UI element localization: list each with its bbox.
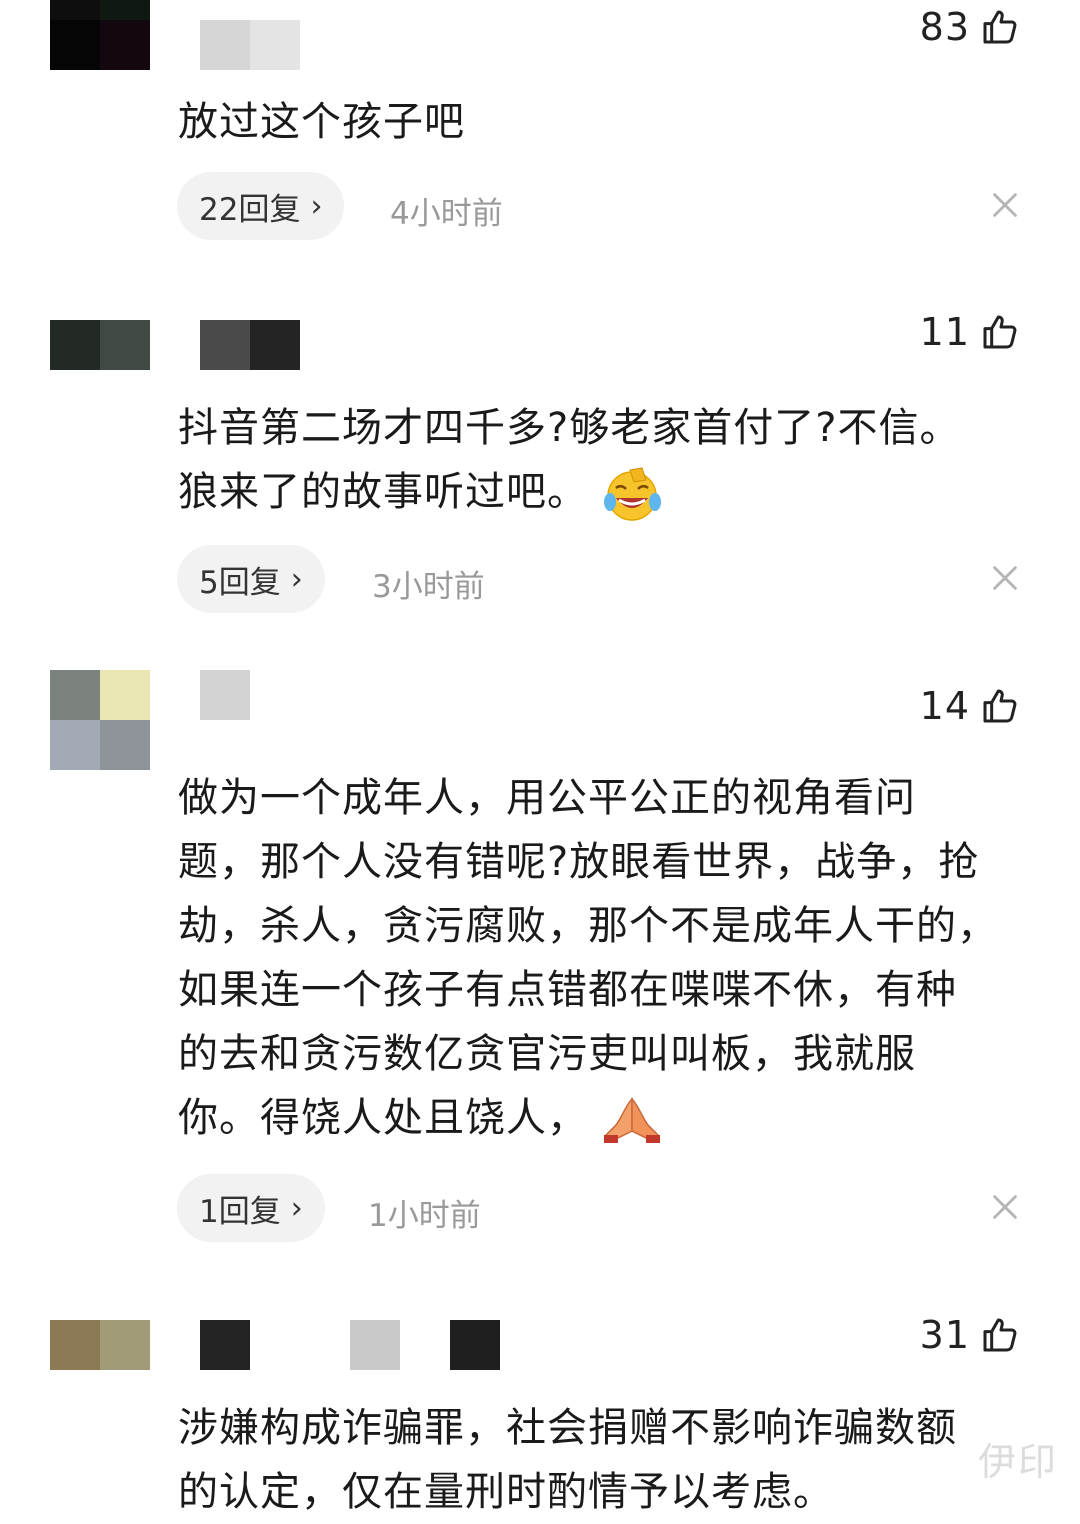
watermark: 伊印 (977, 1440, 1058, 1484)
comment-text: 做为一个成年人，用公平公正的视角看问 题，那个人没有错呢?放眼看世界，战争，抢 … (178, 766, 1028, 1150)
username-mosaic[interactable] (200, 670, 250, 720)
comment-text: 放过这个孩子吧 (178, 99, 465, 145)
comment-text: 涉嫌构成诈骗罪，社会捐赠不影响诈骗数额 的认定，仅在量刑时酌情予以考虑。 (178, 1405, 957, 1515)
like-group[interactable]: 14 (920, 684, 1020, 728)
thumbs-up-icon[interactable] (980, 686, 1020, 726)
avatar[interactable] (50, 670, 150, 770)
chevron-right-icon: › (290, 1190, 303, 1226)
timestamp: 4小时前 (390, 196, 503, 232)
close-icon[interactable] (992, 192, 1018, 218)
reply-count-label: 1回复 (199, 1193, 281, 1230)
like-count: 14 (919, 684, 970, 728)
reply-count-label: 5回复 (199, 564, 281, 601)
like-count: 83 (919, 5, 970, 49)
timestamp: 3小时前 (372, 569, 485, 605)
reply-button[interactable]: 5回复 › (177, 545, 325, 613)
username-mosaic[interactable] (200, 20, 300, 70)
like-count: 11 (919, 310, 970, 354)
timestamp: 1小时前 (368, 1198, 481, 1234)
avatar[interactable] (50, 0, 150, 70)
reply-count-label: 22回复 (199, 191, 301, 228)
chevron-right-icon: › (310, 188, 323, 224)
thumbs-up-icon[interactable] (980, 1315, 1020, 1355)
like-group[interactable]: 31 (920, 1313, 1020, 1357)
reply-button[interactable]: 22回复 › (177, 172, 345, 240)
thumbs-up-icon[interactable] (980, 312, 1020, 352)
chevron-right-icon: › (290, 561, 303, 597)
comment-text: 抖音第二场才四千多?够老家首付了?不信。 狼来了的故事听过吧。 (178, 396, 1028, 524)
thumbs-up-icon[interactable] (980, 7, 1020, 47)
username-mosaic[interactable] (200, 1320, 500, 1370)
like-group[interactable]: 83 (920, 5, 1020, 49)
username-mosaic[interactable] (200, 320, 300, 370)
like-group[interactable]: 11 (920, 310, 1020, 354)
close-icon[interactable] (992, 565, 1018, 591)
like-count: 31 (919, 1313, 970, 1357)
laughing-crying-emoji (603, 467, 661, 521)
praying-hands-emoji (603, 1097, 660, 1143)
close-icon[interactable] (992, 1194, 1018, 1220)
avatar[interactable] (50, 320, 150, 370)
avatar[interactable] (50, 1320, 150, 1370)
reply-button[interactable]: 1回复 › (177, 1174, 325, 1242)
